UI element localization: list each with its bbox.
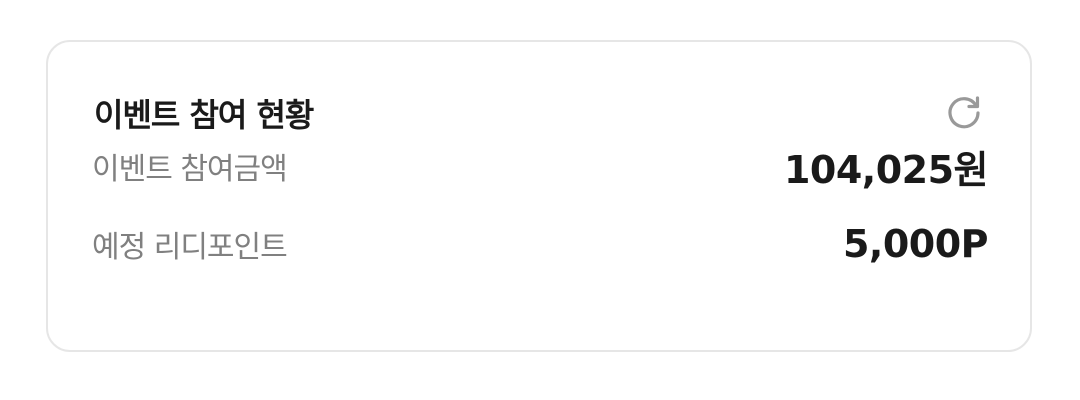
refresh-button[interactable] xyxy=(942,91,986,135)
participation-amount-value: 104,025원 xyxy=(783,147,989,192)
expected-points-value: 5,000P xyxy=(842,222,989,266)
event-participation-card: 이벤트 참여 현황 xyxy=(46,40,1032,352)
expected-points-row: 예정 리디포인트 5,000P xyxy=(92,220,989,268)
card-title: 이벤트 참여 현황 xyxy=(94,96,314,134)
participation-amount-row: 이벤트 참여금액 104,025원 xyxy=(92,142,989,192)
refresh-icon xyxy=(948,96,980,129)
expected-points-label: 예정 리디포인트 xyxy=(92,230,288,265)
participation-amount-label: 이벤트 참여금액 xyxy=(92,152,288,187)
card-header: 이벤트 참여 현황 xyxy=(94,90,982,136)
